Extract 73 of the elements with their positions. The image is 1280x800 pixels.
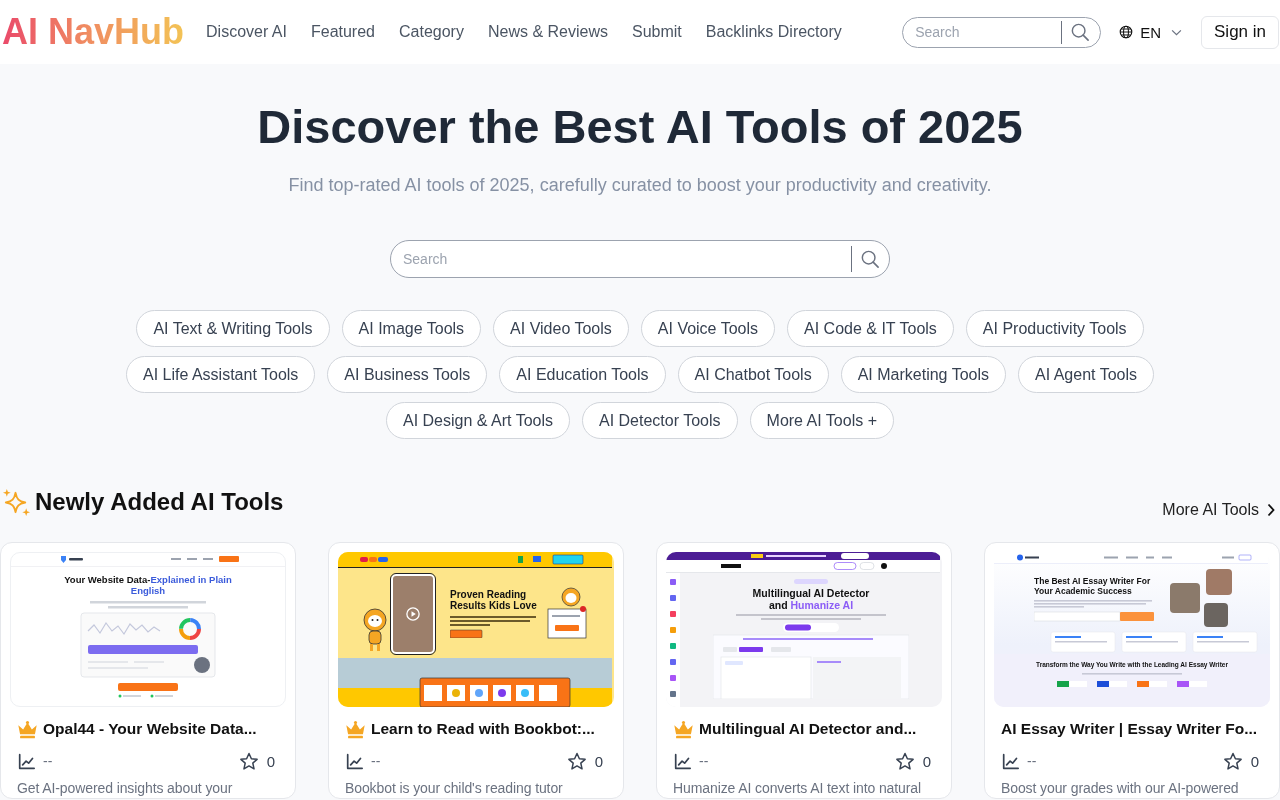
category-chip[interactable]: AI Productivity Tools: [965, 310, 1144, 347]
category-chip[interactable]: AI Image Tools: [341, 310, 482, 347]
sparkle-icon: [2, 487, 31, 517]
chart-line-icon: [18, 752, 35, 770]
star-icon[interactable]: [566, 751, 587, 771]
tool-title[interactable]: Learn to Read with Bookbot:...: [371, 719, 595, 739]
photo-placeholder: [1170, 583, 1200, 613]
category-chip[interactable]: More AI Tools +: [749, 402, 894, 439]
trend-value: --: [43, 753, 53, 769]
photo-placeholder: [1206, 569, 1232, 595]
nav-link[interactable]: Discover AI: [206, 22, 287, 42]
tool-card[interactable]: Proven Reading Results Kids Love Learn to Read with Bookbot:... -- 0 Bookbot is your child's reading tutor: [328, 542, 624, 799]
more-tools-link[interactable]: More AI Tools: [1162, 500, 1275, 520]
photo-placeholder: [1204, 603, 1228, 627]
nav-link[interactable]: Featured: [310, 22, 375, 42]
category-chip[interactable]: AI Agent Tools: [1018, 356, 1154, 393]
page-subtitle: Find top-rated AI tools of 2025, carefully curated to boost your productivity and creativity.: [288, 174, 992, 197]
category-chip[interactable]: AI Education Tools: [499, 356, 666, 393]
category-chip[interactable]: AI Text & Writing Tools: [136, 310, 330, 347]
chart-line-icon: [1002, 752, 1019, 770]
popup-mascot-drawing: [547, 587, 587, 639]
play-icon[interactable]: [406, 607, 420, 621]
category-chip[interactable]: AI Video Tools: [493, 310, 629, 347]
star-icon[interactable]: [1222, 751, 1243, 771]
tool-title[interactable]: Multilingual AI Detector and...: [699, 719, 917, 739]
category-chip[interactable]: AI Marketing Tools: [840, 356, 1006, 393]
star-icon[interactable]: [894, 751, 915, 771]
language-selector[interactable]: EN: [1119, 23, 1182, 41]
chart-line-icon: [674, 752, 691, 770]
favorite-count: 0: [594, 752, 603, 770]
chart-line-icon: [346, 752, 363, 770]
tool-card[interactable]: Your Website Data-Explained in Plain English Opal44 - Your Website Data... -- 0 Get AI-powered insights about your: [0, 542, 296, 799]
trend-value: --: [699, 753, 709, 769]
tool-card[interactable]: Multilingual AI Detector and Humanize AI Multilingual AI Detector and... -- 0 Humanize AI converts AI text into natural: [656, 542, 952, 799]
nav-link[interactable]: Category: [399, 22, 464, 42]
category-chip[interactable]: AI Code & IT Tools: [787, 310, 954, 347]
trend-value: --: [1027, 753, 1037, 769]
star-icon[interactable]: [238, 751, 259, 771]
page-title: Discover the Best AI Tools of 2025: [257, 99, 1023, 155]
category-chip[interactable]: AI Chatbot Tools: [677, 356, 829, 393]
search-field[interactable]: Search: [390, 240, 890, 278]
tool-description: Bookbot is your child's reading tutor: [345, 779, 564, 797]
tool-description: Humanize AI converts AI text into natural: [673, 779, 923, 797]
nav-link[interactable]: Backlinks Directory: [705, 22, 842, 42]
search-field[interactable]: Search: [902, 16, 1102, 48]
section-title: Newly Added AI Tools: [35, 487, 284, 517]
globe-icon: [1119, 25, 1134, 39]
screenshot-headline: Proven Reading Results Kids Love: [450, 588, 538, 612]
nav-link[interactable]: News & Reviews: [487, 22, 608, 42]
nav-link[interactable]: Submit: [631, 22, 682, 42]
favorite-count: 0: [922, 752, 931, 770]
category-chip[interactable]: AI Voice Tools: [640, 310, 776, 347]
search-icon[interactable]: [1071, 22, 1090, 41]
tool-description: Boost your grades with our AI-powered: [1001, 779, 1240, 797]
chevron-down-icon: [1171, 28, 1182, 36]
trend-value: --: [371, 753, 381, 769]
tag-drawing: [794, 579, 828, 584]
favorite-count: 0: [266, 752, 275, 770]
category-chip[interactable]: AI Design & Art Tools: [386, 402, 570, 439]
sign-in-button[interactable]: Sign in: [1201, 15, 1279, 49]
category-chip[interactable]: AI Life Assistant Tools: [126, 356, 316, 393]
tool-description: Get AI-powered insights about your: [17, 779, 234, 797]
tool-title[interactable]: Opal44 - Your Website Data...: [43, 719, 257, 739]
screenshot-headline: The Best AI Essay Writer For Your Academic Success: [1034, 576, 1152, 596]
category-chip[interactable]: AI Business Tools: [327, 356, 488, 393]
chevron-right-icon: [1267, 503, 1275, 517]
screenshot-headline: Your Website Data-Explained in Plain English: [63, 574, 233, 596]
mascot-drawing: [362, 608, 388, 652]
screenshot-headline: Multilingual AI Detector and Humanize AI: [751, 587, 871, 611]
search-icon[interactable]: [861, 250, 879, 268]
category-chip[interactable]: AI Detector Tools: [582, 402, 738, 439]
tool-title[interactable]: AI Essay Writer | Essay Writer Fo...: [1001, 719, 1258, 739]
favorite-count: 0: [1250, 752, 1259, 770]
